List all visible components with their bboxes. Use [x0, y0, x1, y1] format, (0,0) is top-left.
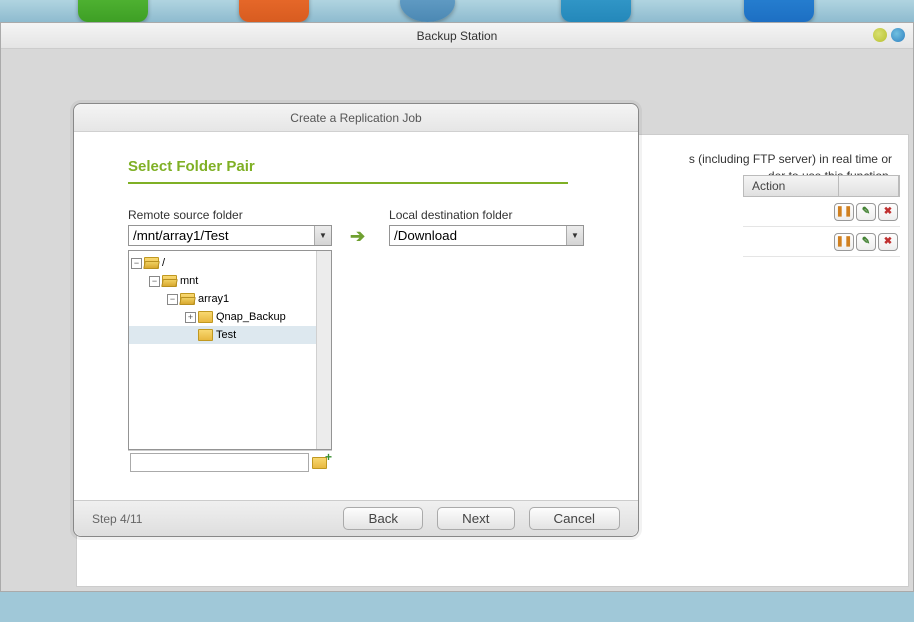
- new-folder-button[interactable]: +: [312, 454, 330, 472]
- delete-icon[interactable]: ✖: [878, 203, 898, 221]
- modal-titlebar[interactable]: Create a Replication Job: [74, 104, 638, 132]
- expand-icon[interactable]: +: [185, 312, 196, 323]
- tree-node-mnt[interactable]: − mnt: [129, 272, 331, 290]
- node-label: array1: [198, 293, 229, 305]
- arrow-right-icon: ➔: [350, 226, 365, 246]
- table-row: ❚❚ ✎ ✖: [743, 197, 900, 227]
- modal-footer: Step 4/11 Back Next Cancel: [74, 500, 638, 536]
- collapse-icon[interactable]: −: [131, 258, 142, 269]
- local-column: Local destination folder ▼: [389, 208, 584, 246]
- collapse-icon[interactable]: −: [149, 276, 160, 287]
- header-action: Action: [744, 176, 839, 196]
- dock-bar: [0, 0, 914, 22]
- remote-input[interactable]: [128, 225, 332, 246]
- folder-icon: [144, 257, 159, 269]
- next-button[interactable]: Next: [437, 507, 514, 530]
- remote-column: Remote source folder ▼ − / −: [128, 208, 332, 474]
- cancel-button[interactable]: Cancel: [529, 507, 621, 530]
- remote-label: Remote source folder: [128, 208, 332, 222]
- edit-icon[interactable]: ✎: [856, 203, 876, 221]
- window-controls: [873, 28, 905, 42]
- dock-icon-cyan[interactable]: [561, 0, 631, 22]
- dock-icon-blue[interactable]: [400, 0, 455, 22]
- folder-tree[interactable]: − / − mnt − array1: [128, 250, 332, 450]
- section-title: Select Folder Pair: [128, 158, 568, 184]
- maximize-icon[interactable]: [891, 28, 905, 42]
- pause-icon[interactable]: ❚❚: [834, 203, 854, 221]
- expander-none: [185, 330, 196, 341]
- folder-icon: [198, 311, 213, 323]
- folder-icon: [162, 275, 177, 287]
- pause-icon[interactable]: ❚❚: [834, 233, 854, 251]
- dock-icon-blue2[interactable]: [744, 0, 814, 22]
- node-label: mnt: [180, 275, 198, 287]
- node-label: Test: [216, 329, 236, 341]
- modal-body: Select Folder Pair Remote source folder …: [74, 132, 638, 500]
- arrow-column: ➔: [350, 208, 371, 247]
- minimize-icon[interactable]: [873, 28, 887, 42]
- table-header: Action: [743, 175, 900, 197]
- remote-dropdown[interactable]: ▼: [128, 225, 332, 246]
- header-blank: [839, 176, 899, 196]
- local-label: Local destination folder: [389, 208, 584, 222]
- modal-title-text: Create a Replication Job: [290, 111, 421, 125]
- scrollbar[interactable]: [316, 251, 331, 449]
- node-label: /: [162, 257, 165, 269]
- background-table: Action ❚❚ ✎ ✖ ❚❚ ✎ ✖: [743, 175, 900, 257]
- table-row: ❚❚ ✎ ✖: [743, 227, 900, 257]
- new-folder-row: +: [128, 450, 332, 474]
- hint-line-1: s (including FTP server) in real time or: [689, 152, 892, 166]
- step-indicator: Step 4/11: [92, 512, 142, 526]
- window-title: Backup Station: [417, 29, 498, 43]
- local-dropdown[interactable]: ▼: [389, 225, 584, 246]
- tree-node-test[interactable]: Test: [129, 326, 331, 344]
- tree-node-array1[interactable]: − array1: [129, 290, 331, 308]
- chevron-down-icon[interactable]: ▼: [566, 226, 583, 245]
- dock-icon-green[interactable]: [78, 0, 148, 22]
- replication-modal: Create a Replication Job Select Folder P…: [73, 103, 639, 537]
- collapse-icon[interactable]: −: [167, 294, 178, 305]
- local-input[interactable]: [389, 225, 584, 246]
- dock-icon-orange[interactable]: [239, 0, 309, 22]
- chevron-down-icon[interactable]: ▼: [314, 226, 331, 245]
- edit-icon[interactable]: ✎: [856, 233, 876, 251]
- window-titlebar[interactable]: Backup Station: [1, 23, 913, 49]
- folder-pair: Remote source folder ▼ − / −: [128, 208, 584, 474]
- delete-icon[interactable]: ✖: [878, 233, 898, 251]
- plus-icon: +: [325, 450, 332, 464]
- tree-node-root[interactable]: − /: [129, 254, 331, 272]
- back-button[interactable]: Back: [343, 507, 423, 530]
- folder-icon: [180, 293, 195, 305]
- node-label: Qnap_Backup: [216, 311, 286, 323]
- new-folder-input[interactable]: [130, 453, 309, 472]
- folder-icon: [198, 329, 213, 341]
- tree-node-qnap[interactable]: + Qnap_Backup: [129, 308, 331, 326]
